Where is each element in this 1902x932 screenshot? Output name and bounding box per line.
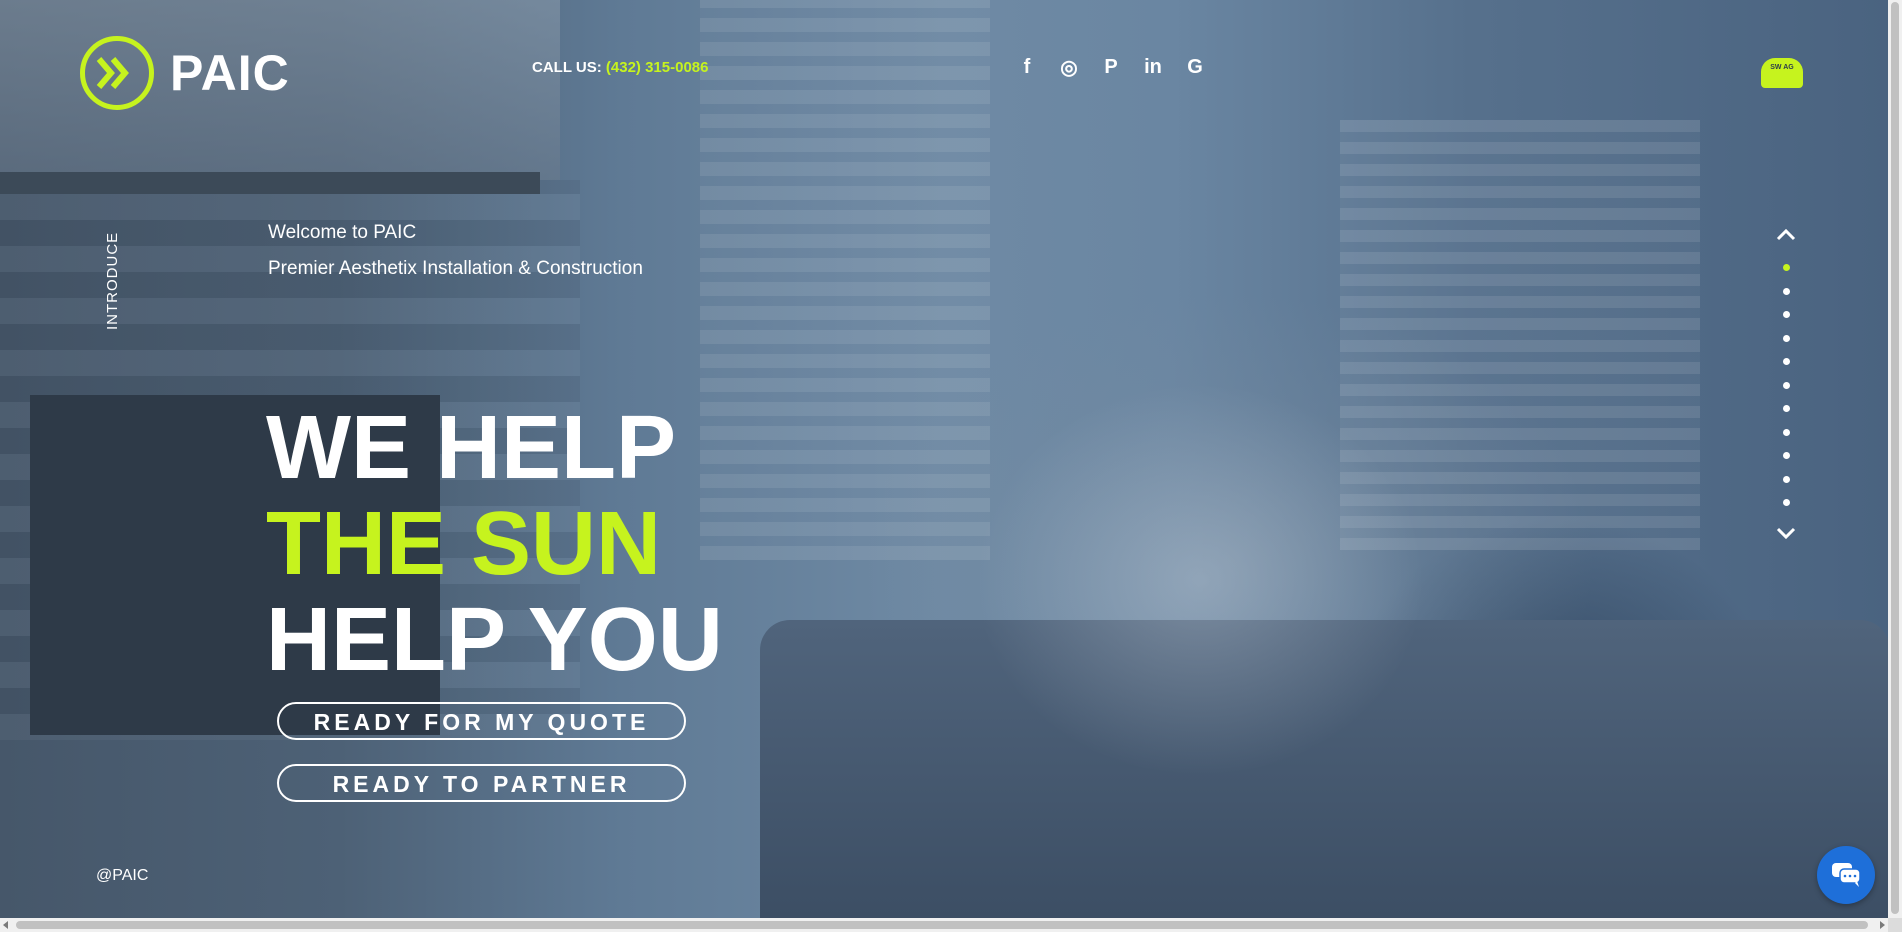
company-subtitle: Premier Aesthetix Installation & Constru… (268, 258, 643, 279)
pager-dot[interactable] (1782, 499, 1790, 506)
family-photo (880, 300, 1520, 860)
partner-button[interactable]: READY TO PARTNER (277, 764, 686, 802)
logo-text: PAIC (170, 45, 290, 101)
fireplace-mantel (0, 172, 540, 194)
scroll-left-icon[interactable] (3, 921, 8, 929)
pager-dot[interactable] (1782, 358, 1790, 365)
logo-arrows-icon (80, 36, 154, 110)
headline-line-3: HELP YOU (266, 590, 723, 690)
hero-headline: WE HELP THE SUN HELP YOU (266, 400, 723, 688)
horizontal-scroll-thumb[interactable] (16, 921, 1868, 929)
welcome-text: Welcome to PAIC (268, 222, 417, 243)
pager-dot[interactable] (1782, 405, 1790, 412)
pager-dot[interactable] (1782, 334, 1790, 342)
social-links: f ◎ P in G (1015, 55, 1207, 79)
swag-cap-icon[interactable]: SW AG (1761, 58, 1803, 88)
headline-line-2: THE SUN (266, 494, 662, 594)
google-icon[interactable]: G (1183, 55, 1207, 79)
pager-dot[interactable] (1782, 311, 1790, 318)
headline-line-1: WE HELP (266, 398, 677, 498)
facebook-icon[interactable]: f (1015, 55, 1039, 79)
horizontal-scrollbar[interactable] (0, 918, 1888, 932)
section-rail-label: INTRODUCE (104, 231, 121, 330)
vertical-scroll-thumb[interactable] (1891, 2, 1899, 914)
call-us: CALL US: (432) 315-0086 (532, 59, 708, 76)
linkedin-icon[interactable]: in (1141, 55, 1165, 79)
pinterest-icon[interactable]: P (1099, 55, 1123, 79)
copyright-text: @PAIC (96, 867, 149, 884)
pager-dots (1782, 264, 1790, 506)
chat-widget-button[interactable] (1817, 846, 1875, 904)
vertical-scrollbar[interactable] (1888, 0, 1902, 918)
hero-background: PAIC CALL US: (432) 315-0086 f ◎ P in G … (0, 0, 1888, 918)
quote-button[interactable]: READY FOR MY QUOTE (277, 702, 686, 740)
scroll-right-icon[interactable] (1880, 921, 1885, 929)
pager-dot[interactable] (1782, 287, 1790, 295)
slide-pager (1770, 224, 1802, 544)
pager-dot[interactable] (1782, 475, 1790, 483)
phone-link[interactable]: (432) 315-0086 (606, 59, 709, 76)
pager-dot[interactable] (1782, 381, 1790, 389)
chevron-down-icon[interactable] (1775, 522, 1797, 544)
pager-dot[interactable] (1782, 428, 1790, 436)
pager-dot[interactable] (1782, 452, 1790, 459)
site-logo[interactable]: PAIC (80, 36, 290, 110)
chevron-up-icon[interactable] (1775, 224, 1797, 246)
instagram-icon[interactable]: ◎ (1057, 55, 1081, 79)
scrollbar-corner (1888, 918, 1902, 932)
chat-bubble-icon (1832, 863, 1861, 887)
call-label: CALL US: (532, 59, 602, 76)
pager-dot[interactable] (1782, 264, 1790, 271)
